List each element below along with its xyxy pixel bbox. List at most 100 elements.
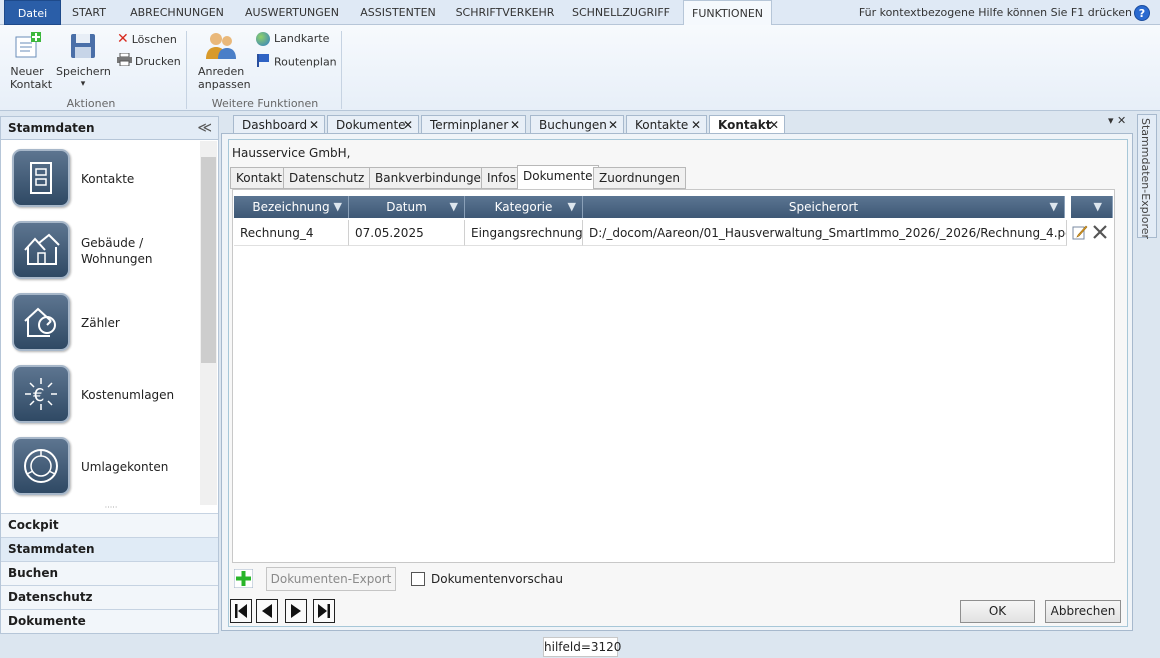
close-icon[interactable]: ✕ — [608, 116, 618, 134]
column-label: Kategorie — [494, 200, 553, 214]
document-export-button[interactable]: Dokumenten-Export — [266, 567, 396, 591]
allocation-accounts-icon — [12, 437, 70, 495]
cell-datum[interactable]: 07.05.2025 — [349, 220, 465, 246]
previous-record-button[interactable] — [256, 599, 278, 623]
menu-bar: Datei START ABRECHNUNGEN AUSWERTUNGEN AS… — [0, 0, 1160, 26]
next-record-button[interactable] — [285, 599, 307, 623]
print-button[interactable]: Drucken — [117, 52, 181, 71]
tab-label: Kontakte — [635, 118, 689, 132]
tab-terminplaner[interactable]: Terminplaner ✕ — [421, 115, 526, 134]
menu-schnellzugriff[interactable]: SCHNELLZUGRIFF — [568, 0, 674, 25]
first-record-button[interactable] — [230, 599, 252, 623]
left-panel: Stammdaten ≪ Kontakte Gebäude / Wohnunge… — [0, 116, 219, 634]
list-item-label: Gebäude / Wohnungen — [81, 236, 153, 266]
cost-allocation-icon: € — [12, 365, 70, 423]
tab-zuordnungen[interactable]: Zuordnungen — [593, 167, 686, 189]
svg-text:€: € — [33, 385, 44, 406]
cancel-button[interactable]: Abbrechen — [1045, 600, 1121, 623]
filter-icon[interactable]: ▼ — [450, 196, 458, 218]
route-label: Routenplan — [274, 55, 337, 69]
edit-row-icon[interactable] — [1072, 224, 1088, 243]
close-icon[interactable]: ✕ — [403, 116, 413, 134]
splitter-grip[interactable]: ····· — [96, 504, 126, 512]
tab-infos[interactable]: Infos — [481, 167, 522, 189]
document-preview-label: Dokumentenvorschau — [431, 572, 563, 586]
close-icon[interactable]: ✕ — [309, 116, 319, 134]
nav-buchen[interactable]: Buchen — [1, 561, 218, 585]
cell-kategorie[interactable]: Eingangsrechnung — [465, 220, 583, 246]
save-button[interactable]: Speichern ▾ — [56, 31, 111, 91]
tab-dokumente[interactable]: Dokumente ✕ — [327, 115, 419, 134]
map-button[interactable]: Landkarte — [256, 31, 329, 47]
last-record-button[interactable] — [313, 599, 335, 623]
menu-start[interactable]: START — [62, 0, 116, 25]
tab-dokumente-active[interactable]: Dokumente — [517, 165, 599, 190]
tab-kontakt[interactable]: Kontakt ✕ — [709, 115, 785, 134]
stammdaten-list: Kontakte Gebäude / Wohnungen Zähler € Ko… — [2, 141, 200, 505]
nav-dokumente[interactable]: Dokumente — [1, 609, 218, 633]
menu-schriftverkehr[interactable]: SCHRIFTVERKEHR — [450, 0, 560, 25]
tab-dashboard[interactable]: Dashboard ✕ — [233, 115, 325, 134]
cell-bezeichnung[interactable]: Rechnung_4 — [234, 220, 349, 246]
tab-label: Terminplaner — [430, 118, 509, 132]
tab-bankverbindungen[interactable]: Bankverbindungen — [369, 167, 495, 189]
filter-icon[interactable]: ▼ — [1094, 196, 1102, 218]
close-icon[interactable]: ✕ — [510, 116, 520, 134]
list-item-meters[interactable]: Zähler — [2, 289, 198, 359]
column-label: Speicherort — [788, 200, 859, 214]
tab-buchungen[interactable]: Buchungen ✕ — [530, 115, 624, 134]
ribbon-separator — [186, 31, 187, 109]
menu-assistenten[interactable]: ASSISTENTEN — [356, 0, 440, 25]
nav-stammdaten[interactable]: Stammdaten — [1, 537, 218, 561]
menu-abrechnungen[interactable]: ABRECHNUNGEN — [125, 0, 229, 25]
filter-icon[interactable]: ▼ — [1050, 196, 1058, 218]
building-icon — [12, 221, 70, 279]
column-label: Datum — [386, 200, 427, 214]
nav-cockpit[interactable]: Cockpit — [1, 513, 218, 537]
meter-icon — [12, 293, 70, 351]
tab-datenschutz[interactable]: Datenschutz — [283, 167, 371, 189]
collapse-panel-button[interactable]: ≪ — [197, 117, 212, 139]
tab-label: Buchungen — [539, 118, 607, 132]
column-header-actions[interactable]: ▼ — [1071, 196, 1113, 218]
route-button[interactable]: Routenplan — [256, 53, 337, 69]
save-dropdown-arrow[interactable]: ▾ — [56, 78, 110, 91]
list-scrollbar-thumb[interactable] — [201, 157, 216, 363]
tab-kontakt-details[interactable]: Kontakt — [230, 167, 288, 189]
previous-icon — [262, 604, 272, 618]
column-header-speicherort[interactable]: Speicherort ▼ — [583, 196, 1065, 218]
filter-icon[interactable]: ▼ — [568, 196, 576, 218]
print-icon — [117, 52, 132, 71]
menu-auswertungen[interactable]: AUSWERTUNGEN — [240, 0, 344, 25]
tab-kontakte[interactable]: Kontakte ✕ — [626, 115, 707, 134]
filter-icon[interactable]: ▼ — [334, 196, 342, 218]
delete-button[interactable]: ✕ Löschen — [117, 31, 177, 47]
menu-funktionen[interactable]: FUNKTIONEN — [683, 0, 772, 26]
cell-speicherort[interactable]: D:/_docom/Aareon/01_Hausverwaltung_Smart… — [583, 220, 1067, 246]
next-icon — [291, 604, 301, 618]
salutation-button[interactable]: Anreden anpassen — [194, 31, 251, 91]
list-item-buildings[interactable]: Gebäude / Wohnungen — [2, 217, 198, 287]
close-icon[interactable]: ✕ — [691, 116, 701, 134]
list-item-cost-allocations[interactable]: € Kostenumlagen — [2, 361, 198, 431]
column-header-datum[interactable]: Datum ▼ — [349, 196, 465, 218]
column-header-kategorie[interactable]: Kategorie ▼ — [465, 196, 583, 218]
new-contact-label: Neuer Kontakt — [10, 65, 53, 91]
ok-button[interactable]: OK — [960, 600, 1035, 623]
menu-datei[interactable]: Datei — [4, 0, 61, 25]
document-preview-checkbox[interactable] — [411, 572, 425, 586]
help-icon[interactable]: ? — [1134, 5, 1150, 21]
list-item-allocation-accounts[interactable]: Umlagekonten — [2, 433, 198, 503]
nav-datenschutz[interactable]: Datenschutz — [1, 585, 218, 609]
add-document-button[interactable] — [233, 568, 254, 589]
new-contact-button[interactable]: Neuer Kontakt — [4, 31, 53, 91]
list-item-contacts[interactable]: Kontakte — [2, 145, 198, 215]
delete-label: Löschen — [131, 33, 177, 46]
close-icon[interactable]: ✕ — [769, 116, 779, 134]
list-item-label: Zähler — [81, 316, 120, 330]
column-header-bezeichnung[interactable]: Bezeichnung ▼ — [234, 196, 349, 218]
delete-row-icon[interactable] — [1092, 224, 1108, 243]
first-icon — [235, 604, 247, 618]
list-item-label: Kontakte — [81, 172, 135, 186]
tabs-menu-button[interactable]: ▾ ✕ — [1108, 114, 1126, 127]
